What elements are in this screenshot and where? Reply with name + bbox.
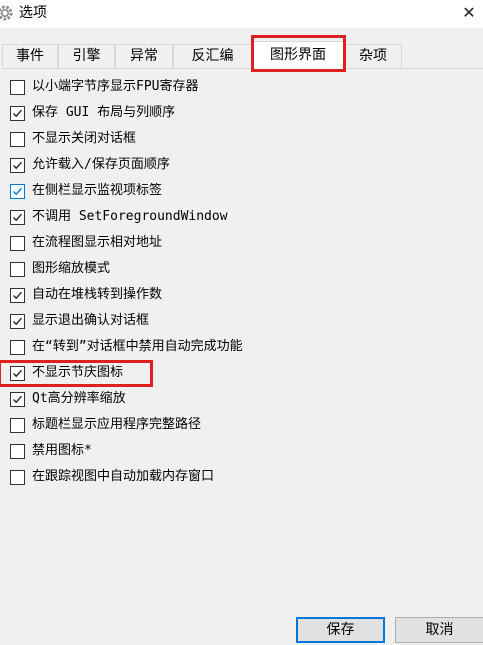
close-button[interactable]: ✕ [455,0,483,26]
option-label: 不调用 SetForegroundWindow [32,209,228,224]
check-icon [13,109,23,118]
option-row[interactable]: 不显示节庆图标 [10,365,310,384]
option-row[interactable]: 允许载入/保存页面顺序 [10,157,310,176]
tab-gui[interactable]: 图形界面 [252,41,344,69]
option-checkbox[interactable] [10,210,25,225]
tab-disassembly[interactable]: 反汇编 [173,44,252,68]
option-row[interactable]: 不显示关闭对话框 [10,131,310,150]
option-row[interactable]: 显示退出确认对话框 [10,313,310,332]
gear-icon [0,5,13,21]
option-checkbox[interactable] [10,366,25,381]
check-icon [13,369,23,378]
option-row[interactable]: 在流程图显示相对地址 [10,235,310,254]
option-label: 禁用图标* [32,443,92,458]
option-checkbox[interactable] [10,80,25,95]
option-label: 允许载入/保存页面顺序 [32,157,170,172]
option-checkbox[interactable] [10,340,25,355]
option-checkbox[interactable] [10,262,25,277]
close-icon: ✕ [462,3,476,22]
option-label: 在流程图显示相对地址 [32,235,163,250]
option-checkbox[interactable] [10,470,25,485]
option-row[interactable]: 禁用图标* [10,443,310,462]
option-label: 自动在堆栈转到操作数 [32,287,163,302]
option-row[interactable]: 自动在堆栈转到操作数 [10,287,310,306]
check-icon [13,187,23,196]
cancel-button[interactable]: 取消 [395,617,483,643]
option-label: 标题栏显示应用程序完整路径 [32,417,202,432]
option-row[interactable]: 图形缩放模式 [10,261,310,280]
tab-exceptions[interactable]: 异常 [115,44,173,68]
option-checkbox[interactable] [10,288,25,303]
option-row[interactable]: 保存 GUI 布局与列顺序 [10,105,310,124]
check-icon [13,395,23,404]
check-icon [13,291,23,300]
save-button[interactable]: 保存 [296,617,385,643]
option-label: 在侧栏显示监视项标签 [32,183,163,198]
option-checkbox[interactable] [10,184,25,199]
tab-engine[interactable]: 引擎 [58,44,115,68]
check-icon [13,213,23,222]
option-row[interactable]: 在跟踪视图中自动加载内存窗口 [10,469,310,488]
option-checkbox[interactable] [10,132,25,147]
option-checkbox[interactable] [10,418,25,433]
option-row[interactable]: 标题栏显示应用程序完整路径 [10,417,310,436]
title-bar: 选项 ✕ [0,0,483,28]
option-label: 图形缩放模式 [32,261,111,276]
option-row[interactable]: 以小端字节序显示FPU寄存器 [10,79,310,98]
window-title: 选项 [19,5,47,21]
check-icon [13,161,23,170]
check-icon [13,317,23,326]
option-checkbox[interactable] [10,444,25,459]
option-label: 不显示关闭对话框 [32,131,137,146]
option-checkbox[interactable] [10,106,25,121]
tab-misc[interactable]: 杂项 [344,44,402,68]
tab-divider [2,68,483,69]
option-label: 不显示节庆图标 [32,365,124,380]
option-row[interactable]: 在侧栏显示监视项标签 [10,183,310,202]
option-row[interactable]: 在“转到”对话框中禁用自动完成功能 [10,339,310,358]
option-label: 保存 GUI 布局与列顺序 [32,105,176,120]
option-checkbox[interactable] [10,236,25,251]
option-checkbox[interactable] [10,314,25,329]
option-checkbox[interactable] [10,392,25,407]
option-checkbox[interactable] [10,158,25,173]
option-label: 以小端字节序显示FPU寄存器 [32,79,199,94]
option-label: Qt高分辨率缩放 [32,391,126,406]
option-label: 在跟踪视图中自动加载内存窗口 [32,469,215,484]
option-label: 显示退出确认对话框 [32,313,150,328]
option-row[interactable]: Qt高分辨率缩放 [10,391,310,410]
option-label: 在“转到”对话框中禁用自动完成功能 [32,339,243,354]
option-row[interactable]: 不调用 SetForegroundWindow [10,209,310,228]
tab-events[interactable]: 事件 [2,44,58,68]
